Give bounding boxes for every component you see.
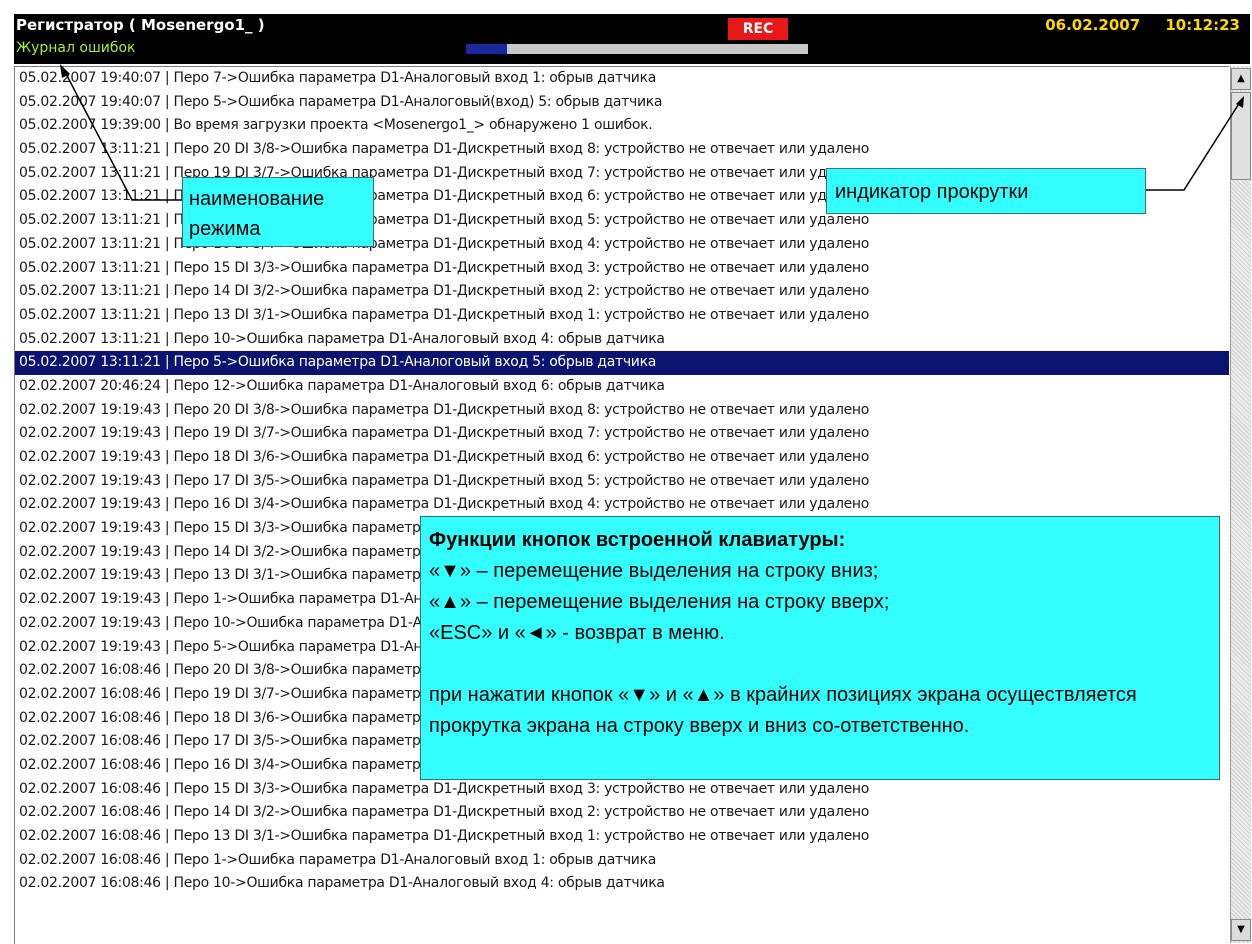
log-row[interactable]: 02.02.2007 16:08:46 | Перо 14 DI 3/2->Ош… bbox=[15, 801, 1229, 825]
log-row[interactable]: 05.02.2007 13:11:21 | Перо 13 DI 3/1->Ош… bbox=[15, 304, 1229, 328]
keys-title: Функции кнопок встроенной клавиатуры: bbox=[429, 529, 846, 551]
vertical-scrollbar[interactable]: ▲ ▼ bbox=[1230, 66, 1251, 943]
keyboard-functions-callout: Функции кнопок встроенной клавиатуры: «▼… bbox=[420, 516, 1220, 780]
datetime: 06.02.2007 10:12:23 bbox=[1045, 16, 1240, 34]
app-title: Регистратор ( Mosenergo1_ ) bbox=[16, 16, 265, 34]
rec-indicator: REC bbox=[728, 18, 788, 40]
time-label: 10:12:23 bbox=[1165, 16, 1240, 34]
log-row[interactable]: 02.02.2007 20:46:24 | Перо 12->Ошибка па… bbox=[15, 375, 1229, 399]
scroll-thumb[interactable] bbox=[1231, 92, 1251, 180]
log-row[interactable]: 02.02.2007 19:19:43 | Перо 16 DI 3/4->Ош… bbox=[15, 493, 1229, 517]
keys-line-up: «▲» – перемещение выделения на строку вв… bbox=[429, 591, 890, 613]
log-row[interactable]: 02.02.2007 16:08:46 | Перо 10->Ошибка па… bbox=[15, 872, 1229, 896]
log-row[interactable]: 05.02.2007 19:40:07 | Перо 7->Ошибка пар… bbox=[15, 67, 1229, 91]
scroll-up-icon[interactable]: ▲ bbox=[1231, 68, 1251, 90]
log-row[interactable]: 05.02.2007 19:40:07 | Перо 5->Ошибка пар… bbox=[15, 91, 1229, 115]
log-row[interactable]: 05.02.2007 13:11:21 | Перо 20 DI 3/8->Ош… bbox=[15, 138, 1229, 162]
keys-line-down: «▼» – перемещение выделения на строку вн… bbox=[429, 560, 879, 582]
scroll-down-icon[interactable]: ▼ bbox=[1231, 919, 1251, 941]
log-row[interactable]: 02.02.2007 16:08:46 | Перо 1->Ошибка пар… bbox=[15, 849, 1229, 873]
mode-name: Журнал ошибок bbox=[16, 40, 136, 56]
keys-line-esc: «ESC» и «◄» - возврат в меню. bbox=[429, 622, 725, 644]
log-row[interactable]: 05.02.2007 13:11:21 | Перо 14 DI 3/2->Ош… bbox=[15, 280, 1229, 304]
log-row-selected[interactable]: 05.02.2007 13:11:21 | Перо 5->Ошибка пар… bbox=[15, 351, 1229, 375]
log-row[interactable]: 02.02.2007 19:19:43 | Перо 19 DI 3/7->Ош… bbox=[15, 422, 1229, 446]
progress-fill bbox=[466, 44, 508, 54]
log-row[interactable]: 05.02.2007 13:11:21 | Перо 15 DI 3/3->Ош… bbox=[15, 257, 1229, 281]
mode-name-callout: наименование режима bbox=[182, 177, 374, 247]
status-bar: Регистратор ( Mosenergo1_ ) Журнал ошибо… bbox=[14, 14, 1250, 64]
log-row[interactable]: 02.02.2007 16:08:46 | Перо 15 DI 3/3->Ош… bbox=[15, 778, 1229, 802]
log-row[interactable]: 02.02.2007 19:19:43 | Перо 17 DI 3/5->Ош… bbox=[15, 470, 1229, 494]
log-row[interactable]: 02.02.2007 19:19:43 | Перо 20 DI 3/8->Ош… bbox=[15, 399, 1229, 423]
log-row[interactable]: 05.02.2007 19:39:00 | Во время загрузки … bbox=[15, 114, 1229, 138]
scroll-indicator-callout: индикатор прокрутки bbox=[826, 168, 1146, 214]
log-row[interactable]: 05.02.2007 13:11:21 | Перо 10->Ошибка па… bbox=[15, 328, 1229, 352]
keys-note: при нажатии кнопок «▼» и «▲» в крайних п… bbox=[429, 684, 1137, 737]
date-label: 06.02.2007 bbox=[1045, 16, 1141, 34]
scroll-progress-bar bbox=[466, 44, 808, 54]
log-row[interactable]: 02.02.2007 19:19:43 | Перо 18 DI 3/6->Ош… bbox=[15, 446, 1229, 470]
log-row[interactable]: 02.02.2007 16:08:46 | Перо 13 DI 3/1->Ош… bbox=[15, 825, 1229, 849]
